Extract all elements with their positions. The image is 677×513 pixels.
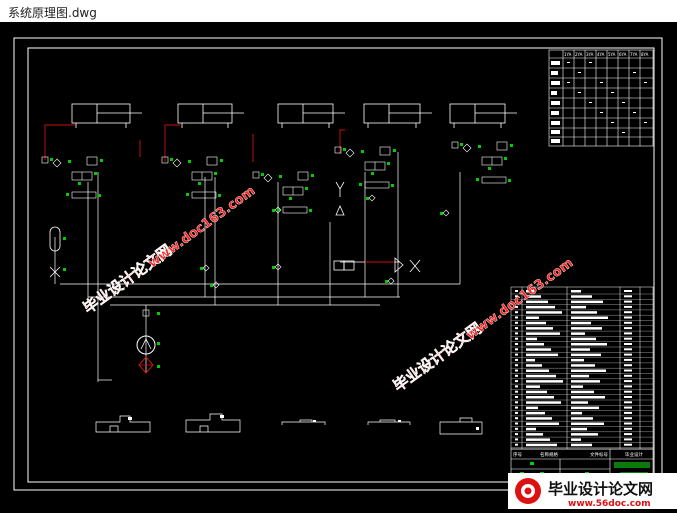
title-block-label-2: 名称规格 xyxy=(540,451,558,458)
window-title: 系统原理图.dwg xyxy=(8,6,97,20)
table-header-8ya: 8YA xyxy=(641,52,649,57)
site-logo: 毕业设计论文网 www.56doc.com xyxy=(508,473,677,509)
drawing-canvas[interactable]: 1YA 2YA 3YA 4YA 5YA 6YA 7YA 8YA 序号 名称规格 … xyxy=(0,22,677,509)
table-header-6ya: 6YA xyxy=(619,52,627,57)
title-bar: 系统原理图.dwg xyxy=(0,0,677,23)
table-header-5ya: 5YA xyxy=(608,52,616,57)
table-header-7ya: 7YA xyxy=(630,52,638,57)
logo-text: 毕业设计论文网 xyxy=(548,480,653,498)
table-header-1ya: 1YA xyxy=(564,52,572,57)
title-block-label-1: 序号 xyxy=(513,451,522,458)
title-block-label-4: 毕业设计 xyxy=(625,451,643,458)
logo-url: www.56doc.com xyxy=(568,499,651,509)
title-block-label-3: 文件标号 xyxy=(590,451,608,458)
table-header-2ya: 2YA xyxy=(575,52,583,57)
title-block-green-label xyxy=(614,462,650,468)
table-header-3ya: 3YA xyxy=(586,52,594,57)
drawing-svg: 1YA 2YA 3YA 4YA 5YA 6YA 7YA 8YA 序号 名称规格 … xyxy=(0,22,677,509)
table-header-4ya: 4YA xyxy=(597,52,605,57)
